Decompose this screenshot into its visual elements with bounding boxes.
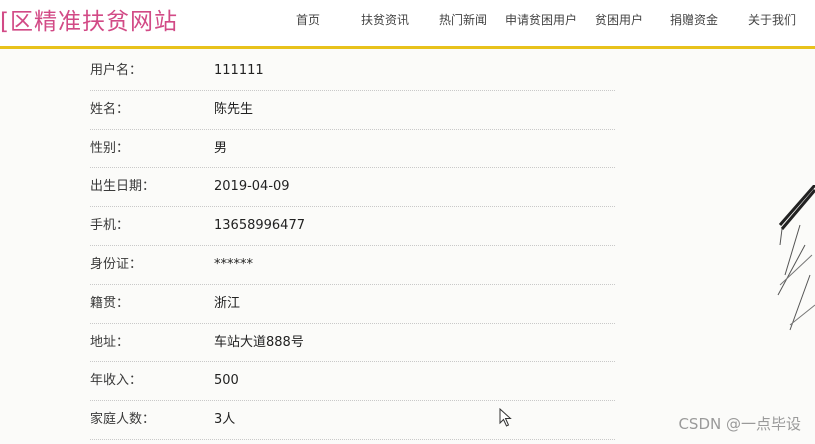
row-value: 13658996477 (214, 218, 305, 234)
main-nav: 首页 扶贫资讯 热门新闻 申请贫困用户 贫困用户 捐赠资金 关于我们 (0, 11, 815, 31)
row-value: 浙江 (214, 295, 241, 311)
site-header: [区精准扶贫网站 首页 扶贫资讯 热门新闻 申请贫困用户 贫困用户 捐赠资金 关… (0, 0, 815, 49)
mouse-cursor-icon (499, 408, 512, 427)
row-label: 出生日期： (90, 179, 156, 195)
nav-item-donate-funds[interactable]: 捐赠资金 (670, 11, 718, 28)
row-label: 籍贯： (90, 295, 130, 311)
row-label: 性别： (90, 140, 130, 156)
profile-table: 用户名： 111111 姓名： 陈先生 性别： 男 出生日期： 2019-04-… (90, 52, 615, 440)
row-value: 车站大道888号 (214, 334, 304, 350)
profile-row-id-card: 身份证： ****** (90, 246, 615, 285)
profile-row-username: 用户名： 111111 (90, 52, 615, 91)
nav-item-poor-users[interactable]: 贫困用户 (595, 11, 643, 28)
nav-item-home[interactable]: 首页 (296, 11, 320, 28)
row-value: 111111 (214, 63, 264, 78)
row-value: 3人 (214, 412, 236, 428)
profile-row-gender: 性别： 男 (90, 130, 615, 169)
row-label: 地址： (90, 334, 130, 350)
profile-row-birthdate: 出生日期： 2019-04-09 (90, 168, 615, 208)
profile-row-annual-income: 年收入： 500 (90, 362, 615, 402)
nav-item-poverty-news[interactable]: 扶贫资讯 (361, 11, 409, 28)
watermark: CSDN @一点毕设 (678, 415, 801, 433)
row-value: ****** (214, 256, 253, 272)
row-value: 500 (214, 373, 239, 389)
row-value: 男 (214, 140, 228, 156)
nav-item-apply-poor-user[interactable]: 申请贫困用户 (505, 11, 577, 28)
profile-row-family-size: 家庭人数： 3人 (90, 401, 615, 440)
profile-row-address: 地址： 车站大道888号 (90, 324, 615, 363)
nav-item-hot-news[interactable]: 热门新闻 (439, 11, 487, 28)
nav-item-about-us[interactable]: 关于我们 (748, 11, 796, 28)
row-label: 姓名： (90, 101, 130, 117)
decorative-line-art (777, 185, 815, 331)
profile-row-phone: 手机： 13658996477 (90, 207, 615, 246)
row-label: 身份证： (90, 256, 143, 272)
profile-row-native-place: 籍贯： 浙江 (90, 285, 615, 324)
row-label: 家庭人数： (90, 412, 156, 428)
row-value: 2019-04-09 (214, 179, 290, 195)
row-label: 用户名： (90, 63, 143, 78)
row-label: 年收入： (90, 373, 143, 389)
row-value: 陈先生 (214, 101, 254, 117)
row-label: 手机： (90, 218, 130, 234)
profile-row-name: 姓名： 陈先生 (90, 91, 615, 130)
